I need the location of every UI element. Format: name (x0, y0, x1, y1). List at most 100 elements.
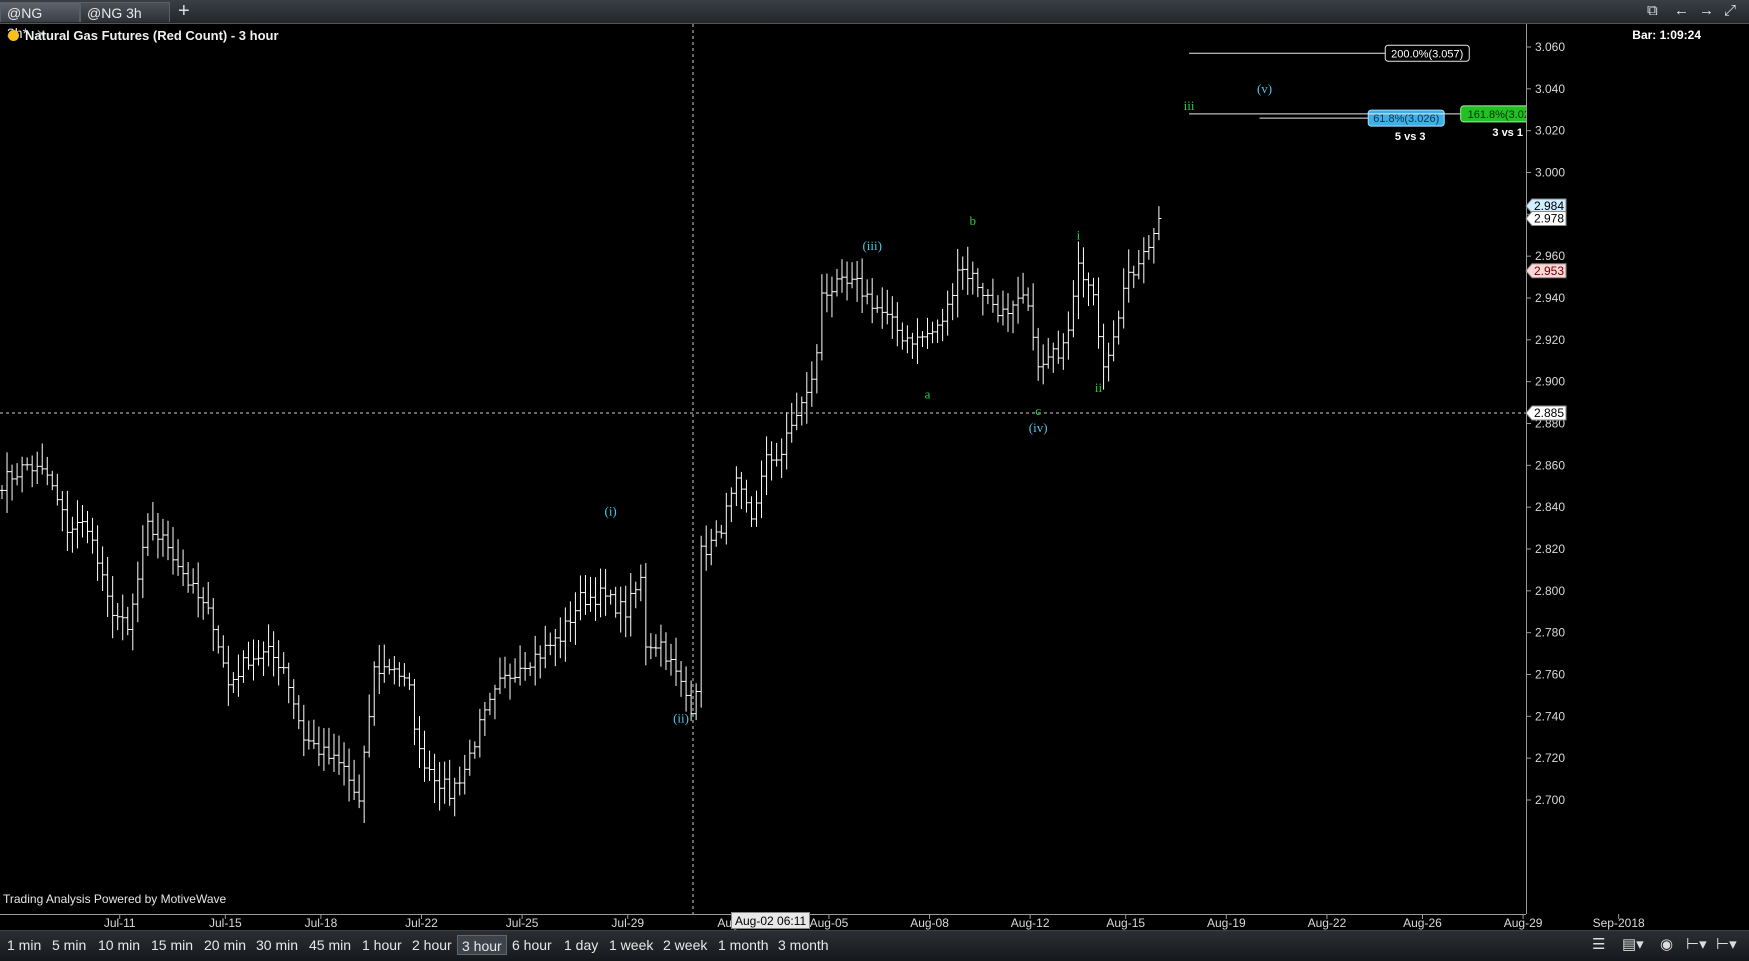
ohlc-bar (864, 279, 870, 305)
draw-tools-icon[interactable]: ⊢▾ (1716, 936, 1737, 954)
ohlc-bar (653, 634, 659, 657)
bar-size-10-min[interactable]: 10 min (94, 935, 144, 955)
time-tick-label: Jul-29 (611, 916, 644, 930)
ohlc-bar (291, 679, 297, 720)
time-tick-label: Aug-26 (1403, 916, 1442, 930)
ohlc-bar (1156, 206, 1162, 241)
bar-size-6-hour[interactable]: 6 hour (508, 935, 556, 955)
ohlc-bar (235, 654, 241, 697)
chart-title: Natural Gas Futures (Red Count) - 3 hour (8, 28, 279, 43)
ohlc-bar (960, 256, 966, 290)
bar-size-45-min[interactable]: 45 min (305, 935, 355, 955)
ohlc-bar (24, 457, 30, 471)
tab-ng-3h-star[interactable]: @NG 3h*✕ (0, 2, 80, 41)
ohlc-bar (703, 525, 709, 571)
ohlc-bar (985, 289, 991, 305)
ohlc-bar (195, 562, 201, 618)
bar-size-30-min[interactable]: 30 min (252, 935, 302, 955)
ohlc-bar (371, 661, 377, 726)
ohlc-bar (321, 728, 327, 771)
wave-label: (i) (604, 504, 616, 519)
ohlc-bar (874, 295, 880, 313)
bar-size-1-month[interactable]: 1 month (714, 935, 773, 955)
arrow-left-icon[interactable]: ← (1674, 1, 1689, 21)
ohlc-bar (432, 753, 438, 804)
ohlc-bar (829, 276, 835, 318)
bar-size-1-day[interactable]: 1 day (560, 935, 602, 955)
fib-level-note: 3 vs 1 (1492, 127, 1523, 139)
window-popout-icon[interactable]: ⧉ (1647, 1, 1658, 21)
ohlc-bar (396, 662, 402, 687)
ohlc-bar (64, 490, 70, 551)
bar-size-2-hour[interactable]: 2 hour (408, 935, 456, 955)
eye-icon[interactable]: ◉ (1660, 936, 1673, 954)
ohlc-bar (894, 302, 900, 347)
ohlc-bar (638, 564, 644, 602)
arrow-right-icon[interactable]: → (1699, 1, 1714, 21)
time-tick-label: Jul-22 (405, 916, 438, 930)
ohlc-bar (281, 652, 287, 674)
ohlc-bar (190, 568, 196, 594)
tab-ng-3h[interactable]: @NG 3h (80, 2, 170, 22)
ohlc-bar (341, 742, 347, 786)
ohlc-bar (1136, 249, 1142, 280)
ohlc-bar (889, 296, 895, 339)
bar-size-3-hour[interactable]: 3 hour (457, 935, 507, 955)
list-icon[interactable]: ☰ (1592, 936, 1605, 954)
expand-icon[interactable]: ⤢ (1724, 1, 1736, 21)
bar-size-15-min[interactable]: 15 min (147, 935, 197, 955)
ohlc-bar (522, 651, 528, 681)
time-tick-label: Aug-29 (1504, 916, 1543, 930)
bar-size-20-min[interactable]: 20 min (200, 935, 250, 955)
ohlc-bar (437, 762, 443, 811)
ohlc-bar (975, 268, 981, 298)
ohlc-bar (74, 500, 80, 549)
ohlc-bar (950, 283, 956, 321)
ohlc-bar (210, 598, 216, 652)
time-tick-label: Aug-08 (910, 916, 949, 930)
ohlc-bar (447, 759, 453, 806)
ohlc-bar (351, 759, 357, 801)
ohlc-bar (79, 504, 85, 538)
ohlc-bar (708, 528, 714, 566)
ohlc-bar (9, 464, 15, 501)
bar-size-1-hour[interactable]: 1 hour (358, 935, 406, 955)
ohlc-bar (361, 745, 367, 824)
watermark: Trading Analysis Powered by MotiveWave (3, 892, 227, 906)
ohlc-bar (1010, 300, 1016, 334)
ohlc-bar (49, 470, 55, 491)
ohlc-bar (1126, 249, 1132, 303)
ohlc-bar (256, 639, 262, 666)
bar-size-5-min[interactable]: 5 min (48, 935, 90, 955)
ohlc-bar (789, 402, 795, 443)
ohlc-bar (884, 289, 890, 325)
ohlc-bar (854, 260, 860, 302)
ohlc-bar (844, 261, 850, 301)
price-tick-label: 2.700 (1535, 793, 1565, 807)
ohlc-bar (452, 777, 458, 817)
wave-label: (iii) (862, 238, 882, 253)
ohlc-bar (1070, 280, 1076, 338)
ohlc-bar (1015, 276, 1021, 324)
ohlc-bar (145, 513, 151, 557)
plus-icon[interactable]: + (178, 0, 190, 22)
cursor-icon[interactable]: ⊢▾ (1686, 936, 1707, 954)
ohlc-bar (995, 295, 1001, 323)
price-tick-label: 3.000 (1535, 166, 1565, 180)
ohlc-bar (376, 644, 382, 694)
bar-size-2-week[interactable]: 2 week (659, 935, 711, 955)
ohlc-bar (608, 589, 614, 605)
ohlc-bar (95, 525, 101, 581)
bar-size-1-min[interactable]: 1 min (3, 935, 45, 955)
bar-size-1-week[interactable]: 1 week (605, 935, 657, 955)
ohlc-bar (990, 278, 996, 313)
price-chart[interactable]: 200.0%(3.057)61.8%(3.026)5 vs 3161.8%(3.… (0, 24, 1749, 930)
ohlc-bar (1131, 265, 1137, 289)
ohlc-bar (1111, 320, 1117, 362)
ohlc-bar (593, 577, 599, 621)
ohlc-bar (306, 720, 312, 750)
bar-size-3-month[interactable]: 3 month (774, 935, 833, 955)
chart-type-icon[interactable]: ▤▾ (1622, 936, 1644, 954)
price-tick-label: 2.920 (1535, 333, 1565, 347)
ohlc-bar (1020, 272, 1026, 304)
